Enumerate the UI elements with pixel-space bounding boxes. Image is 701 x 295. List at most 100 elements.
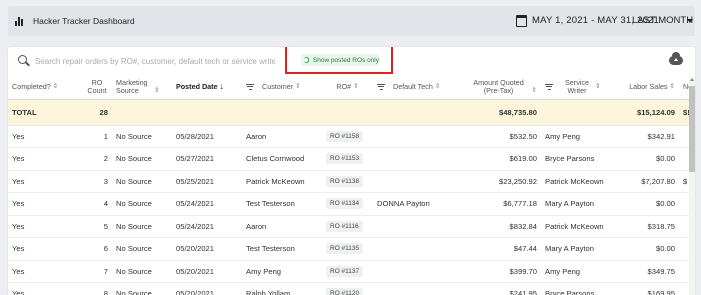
filter-icon xyxy=(246,83,254,91)
table-row[interactable]: Yes 3 No Source 05/25/2021 Patrick McKeown RO… xyxy=(8,170,695,193)
sort-icon: ⇕ xyxy=(154,87,160,95)
app-header: Hacker Tracker Dashboard MAY 1, 2021 - M… xyxy=(8,6,695,36)
cell-completed: Yes xyxy=(8,192,76,216)
cloud-upload-icon[interactable] xyxy=(669,52,683,65)
cell-marketing-source: No Source xyxy=(112,282,172,295)
cell-customer: Cletus Cornwood xyxy=(242,147,322,171)
col-amount-quoted[interactable]: Amount Quoted (Pre-Tax) ⇕ xyxy=(461,75,541,100)
ro-number-chip[interactable]: RO #1138 xyxy=(326,175,364,187)
cell-posted-date: 05/25/2021 xyxy=(172,170,242,193)
cell-amount-quoted: $832.84 xyxy=(461,215,541,238)
cell-amount-quoted: $241.95 xyxy=(461,282,541,295)
cell-posted-date: 05/20/2021 xyxy=(172,282,242,295)
ro-number-chip[interactable]: RO #1135 xyxy=(326,243,364,255)
cell-posted-date: 05/20/2021 xyxy=(172,237,242,261)
col-ro-number[interactable]: RO# ⇕ xyxy=(322,75,373,100)
cell-posted-date: 05/24/2021 xyxy=(172,215,242,238)
period-select[interactable]: LAST MONTH xyxy=(632,15,693,26)
ro-number-chip[interactable]: RO #1153 xyxy=(326,153,364,165)
col-posted-date[interactable]: Posted Date ↓ xyxy=(172,75,242,100)
vertical-scrollbar[interactable] xyxy=(689,76,695,295)
dashboard-title: Hacker Tracker Dashboard xyxy=(33,16,135,26)
cell-ro-count: 6 xyxy=(76,237,112,261)
cell-default-tech xyxy=(373,237,461,261)
table-row[interactable]: Yes 6 No Source 05/20/2021 Test Testerson RO … xyxy=(8,237,695,261)
cell-customer: Aaron xyxy=(242,215,322,238)
cell-labor-sales: $169.95 xyxy=(615,282,679,295)
cell-marketing-source: No Source xyxy=(112,125,172,148)
table-row[interactable]: Yes 7 No Source 05/20/2021 Amy Peng RO #1137 $… xyxy=(8,260,695,283)
ro-number-chip[interactable]: RO #1137 xyxy=(326,265,364,277)
cell-amount-quoted: $532.50 xyxy=(461,125,541,148)
cell-default-tech xyxy=(373,147,461,171)
table-row[interactable]: Yes 8 No Source 05/20/2021 Ralph Yollam RO #1… xyxy=(8,282,695,295)
sort-icon: ⇕ xyxy=(595,83,601,91)
table-row[interactable]: Yes 5 No Source 05/24/2021 Aaron RO #1116 $832… xyxy=(8,215,695,238)
col-service-writer[interactable]: Service Writer ⇕ xyxy=(541,75,615,100)
cell-ro-number: RO #1158 xyxy=(322,125,373,148)
cell-amount-quoted: $23,250.92 xyxy=(461,170,541,193)
table-row[interactable]: Yes 2 No Source 05/27/2021 Cletus Cornwood RO… xyxy=(8,147,695,171)
cell-labor-sales: $7,207.80 xyxy=(615,170,679,193)
col-marketing-source[interactable]: Marketing Source ⇕ xyxy=(112,75,172,100)
col-labor-sales[interactable]: Labor Sales ⇕ xyxy=(615,75,679,100)
search-input[interactable] xyxy=(35,53,275,69)
cell-customer: Patrick McKeown xyxy=(242,170,322,193)
ro-number-chip[interactable]: RO #1120 xyxy=(326,288,364,295)
cell-completed: Yes xyxy=(8,282,76,295)
cell-service-writer: Patrick McKeown xyxy=(541,170,615,193)
cell-posted-date: 05/24/2021 xyxy=(172,192,242,216)
cell-default-tech xyxy=(373,260,461,283)
col-customer[interactable]: Customer ⇕ xyxy=(242,75,322,100)
total-labor-sales: $15,124.09 xyxy=(615,99,679,126)
cell-amount-quoted: $47.44 xyxy=(461,237,541,261)
col-default-tech[interactable]: Default Tech ⇕ xyxy=(373,75,461,100)
cell-ro-number: RO #1116 xyxy=(322,215,373,238)
cell-ro-count: 2 xyxy=(76,147,112,171)
scroll-thumb[interactable] xyxy=(689,86,695,172)
toolbar: Show posted ROs only xyxy=(8,47,695,75)
col-ro-count[interactable]: RO Count xyxy=(76,75,112,100)
cell-marketing-source: No Source xyxy=(112,215,172,238)
cell-service-writer: Mary A Payton xyxy=(541,192,615,216)
bar-chart-icon xyxy=(15,16,25,26)
cell-ro-number: RO #1135 xyxy=(322,237,373,261)
cell-completed: Yes xyxy=(8,170,76,193)
cell-ro-count: 1 xyxy=(76,125,112,148)
cell-labor-sales: $318.75 xyxy=(615,215,679,238)
sort-desc-icon: ↓ xyxy=(219,81,225,92)
ro-number-chip[interactable]: RO #1134 xyxy=(326,198,364,210)
cell-labor-sales: $0.00 xyxy=(615,192,679,216)
cell-customer: Amy Peng xyxy=(242,260,322,283)
cell-amount-quoted: $399.70 xyxy=(461,260,541,283)
cell-ro-count: 7 xyxy=(76,260,112,283)
cell-completed: Yes xyxy=(8,125,76,148)
table-row[interactable]: Yes 1 No Source 05/28/2021 Aaron RO #1158 $532… xyxy=(8,125,695,148)
sort-icon: ⇕ xyxy=(669,83,675,91)
toggle-switch-icon[interactable] xyxy=(303,57,309,63)
toggle-label: Show posted ROs only xyxy=(312,56,379,64)
ro-number-chip[interactable]: RO #1158 xyxy=(326,130,364,142)
sort-icon: ⇕ xyxy=(353,83,359,91)
total-row: TOTAL 28 $48,735.80 $15,124.09 $! xyxy=(8,99,695,126)
cell-posted-date: 05/27/2021 xyxy=(172,147,242,171)
cell-marketing-source: No Source xyxy=(112,260,172,283)
sort-icon: ⇕ xyxy=(434,83,441,91)
chevron-down-icon[interactable] xyxy=(687,19,693,23)
sort-icon: ⇕ xyxy=(295,83,301,91)
filter-icon xyxy=(545,83,553,91)
table-row[interactable]: Yes 4 No Source 05/24/2021 Test Testerson RO … xyxy=(8,192,695,216)
ro-number-chip[interactable]: RO #1116 xyxy=(326,220,363,232)
scroll-up-icon[interactable] xyxy=(690,78,694,81)
col-completed[interactable]: Completed? ⇕ xyxy=(8,75,76,100)
cell-customer: Test Testerson xyxy=(242,237,322,261)
sort-icon: ⇕ xyxy=(531,87,537,95)
cell-posted-date: 05/28/2021 xyxy=(172,125,242,148)
cell-ro-count: 8 xyxy=(76,282,112,295)
total-amount-quoted: $48,735.80 xyxy=(461,99,541,126)
cell-ro-number: RO #1137 xyxy=(322,260,373,283)
cell-default-tech xyxy=(373,282,461,295)
cell-completed: Yes xyxy=(8,147,76,171)
calendar-icon[interactable] xyxy=(516,15,527,27)
show-posted-toggle[interactable]: Show posted ROs only xyxy=(301,54,379,66)
